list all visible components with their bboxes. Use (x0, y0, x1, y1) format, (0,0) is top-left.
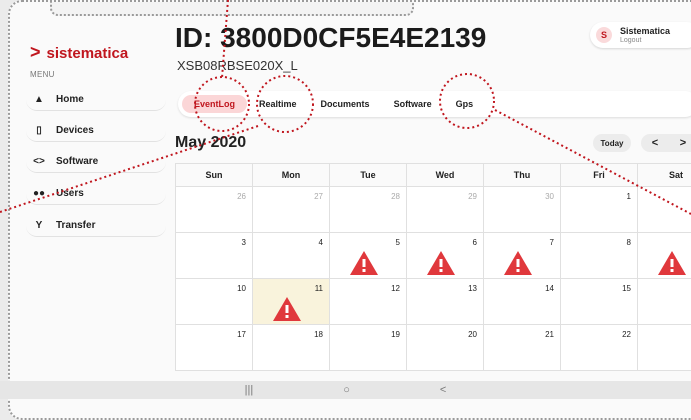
avatar: S (596, 27, 612, 43)
weekday-header: Sun (176, 164, 253, 187)
calendar-day[interactable]: 19 (330, 325, 407, 371)
sidebar-item-users[interactable]: ●● Users (26, 182, 166, 205)
sidebar-item-label: Home (56, 94, 84, 105)
back-button[interactable]: < (440, 384, 446, 396)
calendar-nav: < > (641, 134, 691, 152)
sidebar-item-transfer[interactable]: Y Transfer (26, 214, 166, 237)
android-nav-bar: ||| ○ < (0, 381, 691, 399)
next-month-button[interactable]: > (669, 137, 691, 149)
tab-documents[interactable]: Documents (309, 95, 382, 113)
calendar-grid: Sun Mon Tue Wed Thu Fri Sat 26 27 28 29 … (175, 163, 691, 371)
calendar-day[interactable]: 21 (484, 325, 561, 371)
user-menu[interactable]: S Sistematica Logout (590, 22, 691, 48)
home-button[interactable]: ○ (343, 384, 350, 396)
calendar-day[interactable]: 4 (253, 233, 330, 279)
calendar-day[interactable]: 29 (407, 187, 484, 233)
tab-realtime[interactable]: Realtime (247, 95, 309, 113)
main-content: ID: 3800D0CF5E4E2139 XSB08RBSE020X_L S S… (165, 0, 685, 399)
user-name: Sistematica (620, 26, 670, 36)
weekday-header: Wed (407, 164, 484, 187)
calendar-day[interactable]: 13 (407, 279, 484, 325)
page-title: ID: 3800D0CF5E4E2139 (175, 22, 486, 54)
sidebar-item-label: Users (56, 188, 84, 199)
calendar-day[interactable]: 6 (407, 233, 484, 279)
weekday-header: Mon (253, 164, 330, 187)
sidebar-item-label: Transfer (56, 220, 95, 231)
calendar-day[interactable]: 3 (176, 233, 253, 279)
calendar-day[interactable]: 5 (330, 233, 407, 279)
sidebar-item-devices[interactable]: ▯ Devices (26, 119, 166, 142)
weekday-header: Thu (484, 164, 561, 187)
brand-name: sistematica (47, 45, 129, 62)
sidebar-item-label: Software (56, 156, 98, 167)
weekday-header: Sat (638, 164, 691, 187)
calendar-day[interactable]: 27 (253, 187, 330, 233)
brand-chevron-icon: > (30, 42, 41, 62)
tab-gps[interactable]: Gps (444, 95, 486, 113)
calendar-day[interactable]: 18 (253, 325, 330, 371)
calendar-day[interactable]: 12 (330, 279, 407, 325)
users-icon: ●● (30, 188, 48, 199)
home-icon: ▲ (30, 94, 48, 105)
tab-eventlog[interactable]: EventLog (182, 95, 247, 113)
brand-logo: > sistematica (30, 42, 128, 63)
transfer-icon: Y (30, 220, 48, 231)
menu-title: MENU (30, 70, 55, 79)
warning-icon[interactable] (271, 295, 303, 323)
logout-link[interactable]: Logout (620, 36, 670, 45)
calendar-day[interactable]: 20 (407, 325, 484, 371)
warning-icon[interactable] (502, 249, 534, 277)
calendar-day[interactable] (638, 233, 691, 279)
tab-bar: EventLog Realtime Documents Software Gps (178, 91, 691, 117)
sidebar-item-home[interactable]: ▲ Home (26, 88, 166, 111)
warning-icon[interactable] (425, 249, 457, 277)
warning-icon[interactable] (348, 249, 380, 277)
sidebar-item-label: Devices (56, 125, 94, 136)
code-icon: <> (30, 156, 48, 167)
calendar-month: May 2020 (175, 134, 246, 152)
weekday-header: Fri (561, 164, 638, 187)
recents-button[interactable]: ||| (245, 384, 254, 396)
calendar-day[interactable]: 15 (561, 279, 638, 325)
sidebar: > sistematica MENU ▲ Home ▯ Devices <> So… (20, 30, 170, 390)
device-icon: ▯ (30, 125, 48, 136)
tab-software[interactable]: Software (382, 95, 444, 113)
calendar-day[interactable]: 22 (561, 325, 638, 371)
calendar-day[interactable]: 10 (176, 279, 253, 325)
calendar-day[interactable]: 17 (176, 325, 253, 371)
weekday-header: Tue (330, 164, 407, 187)
calendar-day[interactable] (638, 187, 691, 233)
calendar-day[interactable]: 2 (638, 325, 691, 371)
calendar-day[interactable]: 30 (484, 187, 561, 233)
calendar-day[interactable]: 14 (484, 279, 561, 325)
calendar-day-highlighted[interactable]: 11 (253, 279, 330, 325)
calendar-day[interactable]: 1 (638, 279, 691, 325)
calendar-day[interactable]: 8 (561, 233, 638, 279)
calendar-day[interactable]: 1 (561, 187, 638, 233)
prev-month-button[interactable]: < (641, 137, 669, 149)
sidebar-item-software[interactable]: <> Software (26, 150, 166, 173)
calendar-day[interactable]: 28 (330, 187, 407, 233)
calendar-day[interactable]: 26 (176, 187, 253, 233)
warning-icon[interactable] (656, 249, 688, 277)
calendar-day[interactable]: 7 (484, 233, 561, 279)
today-button[interactable]: Today (593, 134, 631, 152)
page-subtitle: XSB08RBSE020X_L (177, 58, 298, 73)
